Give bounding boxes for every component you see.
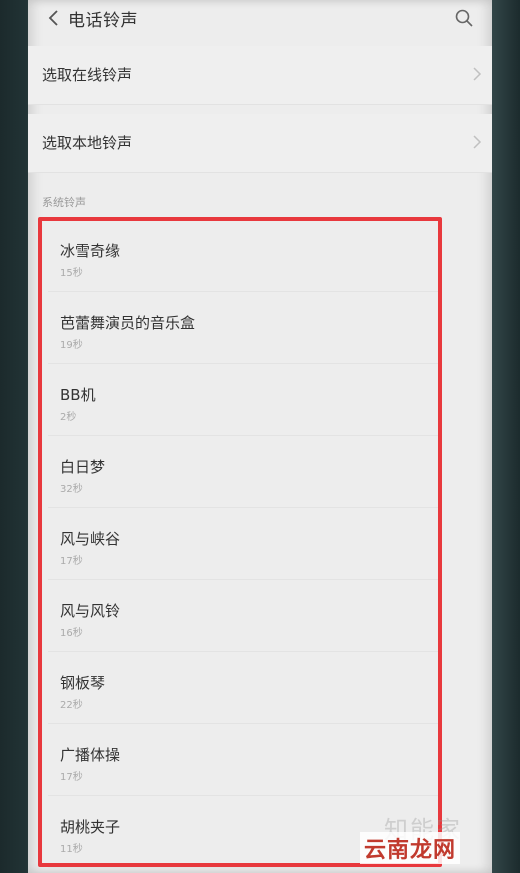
ringtone-name: 冰雪奇缘	[60, 242, 121, 260]
ringtone-name: BB机	[60, 386, 96, 404]
ringtone-duration: 17秒	[60, 772, 83, 783]
ringtone-name: 风与峡谷	[60, 530, 121, 548]
ringtone-item[interactable]: 风与峡谷 17秒	[48, 508, 440, 580]
menu-item-label: 选取本地铃声	[42, 134, 133, 152]
ringtone-duration: 22秒	[60, 700, 83, 711]
ringtone-item[interactable]: 芭蕾舞演员的音乐盒 19秒	[48, 292, 440, 364]
page-title: 电话铃声	[68, 11, 138, 31]
ringtone-duration: 16秒	[60, 628, 83, 639]
ringtone-duration: 32秒	[60, 484, 83, 495]
ringtone-duration: 2秒	[60, 412, 77, 423]
select-online-ringtone-row[interactable]: 选取在线铃声	[28, 46, 492, 105]
ringtone-name: 钢板琴	[60, 674, 106, 692]
select-local-ringtone-row[interactable]: 选取本地铃声	[28, 114, 492, 173]
ringtone-name: 胡桃夹子	[60, 818, 121, 836]
ringtone-item[interactable]: 钢板琴 22秒	[48, 652, 440, 724]
ringtone-duration: 11秒	[60, 844, 83, 855]
ringtone-name: 芭蕾舞演员的音乐盒	[60, 314, 196, 332]
ringtone-item[interactable]: 冰雪奇缘 15秒	[48, 220, 440, 292]
watermark-logo-text: 云南龙网	[360, 832, 461, 864]
ringtone-duration: 19秒	[60, 340, 83, 351]
section-label-system-ringtones: 系统铃声	[42, 196, 86, 209]
phone-screen: 电话铃声 选取在线铃声 选取本地铃声 系统铃声 冰雪奇缘 15秒 芭蕾舞演员的音…	[28, 0, 492, 873]
ringtone-item[interactable]: BB机 2秒	[48, 364, 440, 436]
top-bar: 电话铃声	[28, 0, 492, 38]
back-arrow-icon[interactable]	[44, 7, 64, 29]
system-ringtone-list: 冰雪奇缘 15秒 芭蕾舞演员的音乐盒 19秒 BB机 2秒 白日梦 32秒 风与…	[28, 220, 492, 868]
search-icon[interactable]	[454, 8, 474, 28]
ringtone-name: 白日梦	[60, 458, 106, 476]
ringtone-item[interactable]: 白日梦 32秒	[48, 436, 440, 508]
chevron-right-icon	[473, 67, 482, 81]
ringtone-duration: 15秒	[60, 268, 83, 279]
ringtone-item[interactable]: 风与风铃 16秒	[48, 580, 440, 652]
ringtone-duration: 17秒	[60, 556, 83, 567]
ringtone-name: 广播体操	[60, 746, 121, 764]
ringtone-item[interactable]: 广播体操 17秒	[48, 724, 440, 796]
ringtone-name: 风与风铃	[60, 602, 121, 620]
menu-item-label: 选取在线铃声	[42, 66, 133, 84]
chevron-right-icon	[473, 135, 482, 149]
